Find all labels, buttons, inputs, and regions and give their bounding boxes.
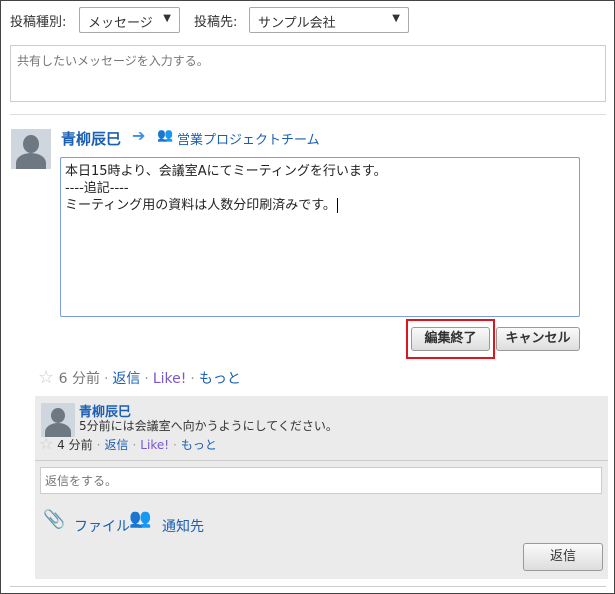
avatar xyxy=(41,403,75,437)
divider xyxy=(10,586,606,587)
post-time: 6 分前 xyxy=(58,371,100,387)
avatar xyxy=(11,129,51,169)
star-icon[interactable]: ☆ xyxy=(38,367,54,388)
post-meta: ☆ 6 分前 · 返信 · Like! · もっと xyxy=(38,367,241,388)
like-link[interactable]: Like! xyxy=(153,371,187,387)
reply-link[interactable]: 返信 xyxy=(104,438,128,452)
reply-link[interactable]: 返信 xyxy=(112,371,140,387)
star-icon[interactable]: ☆ xyxy=(39,434,53,453)
edit-line: 本日15時より、会議室Aにてミーティングを行います。 xyxy=(65,164,387,179)
notify-link[interactable]: 通知先 xyxy=(162,516,204,536)
group-icon: 👥 xyxy=(157,128,174,143)
more-link[interactable]: もっと xyxy=(181,438,217,452)
comment-section: 青柳辰巳 5分前には会議室へ向かうようにしてください。 ☆ 4 分前 · 返信 · Li… xyxy=(35,396,608,579)
post-destination-select[interactable]: サンプル会社 ▼ xyxy=(249,7,409,33)
post-destination-value: サンプル会社 xyxy=(258,16,336,31)
text-cursor xyxy=(336,198,338,213)
edit-line: ----追記---- xyxy=(65,181,129,196)
cancel-button[interactable]: キャンセル xyxy=(496,327,580,351)
more-link[interactable]: もっと xyxy=(199,371,241,387)
reply-submit-button[interactable]: 返信 xyxy=(523,543,603,571)
edit-line: ミーティング用の資料は人数分印刷済みです。 xyxy=(65,198,336,213)
reply-input[interactable] xyxy=(40,467,602,494)
divider xyxy=(35,460,608,461)
comment-time: 4 分前 xyxy=(57,438,93,452)
paperclip-icon: 📎 xyxy=(43,509,66,530)
attach-file-link[interactable]: ファイル xyxy=(74,516,130,536)
post-type-label: 投稿種別: xyxy=(10,15,67,30)
dropdown-arrow-icon: ▼ xyxy=(392,13,400,24)
comment-meta: ☆ 4 分前 · 返信 · Like! · もっと xyxy=(39,434,217,453)
post-type-value: メッセージ xyxy=(88,16,153,31)
arrow-right-icon: ➔ xyxy=(132,126,146,145)
dropdown-arrow-icon: ▼ xyxy=(163,13,171,24)
finish-edit-button[interactable]: 編集終了 xyxy=(411,327,490,351)
comment-text: 5分前には会議室へ向かうようにしてください。 xyxy=(79,419,338,433)
post-edit-textarea[interactable]: 本日15時より、会議室Aにてミーティングを行います。 ----追記---- ミー… xyxy=(60,157,580,317)
post-group-link[interactable]: 営業プロジェクトチーム xyxy=(177,129,320,148)
message-input[interactable] xyxy=(10,45,606,102)
post-author-link[interactable]: 青柳辰巳 xyxy=(61,128,121,149)
notify-users-icon: 👥 xyxy=(129,508,152,529)
post-destination-label: 投稿先: xyxy=(194,15,238,30)
divider xyxy=(10,114,606,115)
like-link[interactable]: Like! xyxy=(140,438,169,452)
post-type-select[interactable]: メッセージ ▼ xyxy=(79,7,180,33)
